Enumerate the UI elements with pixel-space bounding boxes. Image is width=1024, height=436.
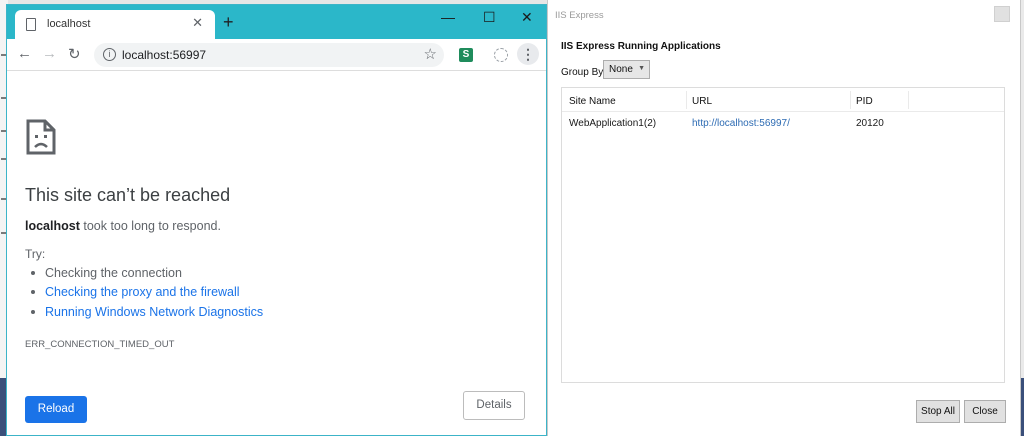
column-separator[interactable]: [850, 91, 851, 109]
window-title: IIS Express: [555, 10, 604, 21]
suggestion-link-proxy[interactable]: Checking the proxy and the firewall: [31, 285, 240, 299]
error-host: localhost: [25, 219, 80, 233]
bookmark-star-icon[interactable]: ☆: [424, 45, 437, 63]
minimize-button[interactable]: —: [441, 9, 455, 25]
suggestion-link-diagnostics[interactable]: Running Windows Network Diagnostics: [31, 305, 263, 319]
error-page: This site can’t be reached localhost too…: [7, 71, 546, 435]
close-icon[interactable]: [994, 6, 1010, 22]
browser-tab[interactable]: localhost ✕: [15, 10, 215, 39]
address-bar[interactable]: i localhost:56997 ☆: [94, 43, 444, 67]
bullet: [31, 310, 35, 314]
url-text[interactable]: localhost:56997: [122, 48, 206, 62]
group-by-value: None: [609, 64, 633, 75]
suggestion-text: Checking the connection: [45, 266, 182, 280]
list-header: Site Name URL PID: [562, 88, 1004, 112]
chrome-menu-button[interactable]: ⋮: [517, 43, 539, 65]
sad-page-icon: [26, 119, 56, 155]
extension-icon[interactable]: S: [459, 48, 473, 62]
suggestion-text[interactable]: Checking the proxy and the firewall: [45, 285, 240, 299]
column-separator[interactable]: [686, 91, 687, 109]
applications-list[interactable]: Site Name URL PID WebApplication1(2) htt…: [561, 87, 1005, 383]
error-title: This site can’t be reached: [25, 185, 231, 205]
close-button[interactable]: Close: [964, 400, 1006, 423]
chrome-window: localhost ✕ + — ☐ ✕ ← → ↻ i localhost:56…: [6, 4, 547, 436]
browser-toolbar: ← → ↻ i localhost:56997 ☆ S ⋮: [7, 39, 546, 71]
details-button[interactable]: Details: [463, 391, 525, 420]
column-separator[interactable]: [908, 91, 909, 109]
chrome-titlebar: localhost ✕ + — ☐ ✕: [7, 5, 546, 39]
chevron-down-icon: ▼: [638, 65, 645, 72]
back-arrow-icon[interactable]: ←: [17, 45, 32, 62]
row-pid: 20120: [856, 118, 884, 129]
new-tab-button[interactable]: +: [223, 12, 234, 33]
error-code: ERR_CONNECTION_TIMED_OUT: [25, 339, 175, 350]
error-message: took too long to respond.: [83, 219, 221, 233]
bullet: [31, 290, 35, 294]
info-icon[interactable]: i: [103, 48, 116, 61]
try-label: Try:: [25, 247, 46, 261]
reload-button[interactable]: Reload: [25, 396, 87, 423]
row-site-name: WebApplication1(2): [569, 118, 657, 129]
column-header-site-name[interactable]: Site Name: [569, 96, 616, 107]
extension-loading-icon[interactable]: [494, 48, 508, 62]
column-header-pid[interactable]: PID: [856, 96, 873, 107]
error-description: localhost took too long to respond.: [25, 219, 221, 233]
window-close-button[interactable]: ✕: [521, 9, 533, 26]
forward-arrow-icon[interactable]: →: [42, 45, 57, 62]
iis-express-window: IIS Express IIS Express Running Applicat…: [547, 0, 1021, 436]
reload-icon[interactable]: ↻: [68, 45, 81, 63]
column-header-url[interactable]: URL: [692, 96, 712, 107]
row-url-link[interactable]: http://localhost:56997/: [692, 118, 790, 129]
maximize-button[interactable]: ☐: [483, 9, 496, 26]
suggestion-item: Checking the connection: [31, 266, 182, 280]
tab-title: localhost: [47, 18, 91, 30]
iis-heading: IIS Express Running Applications: [561, 41, 721, 52]
page-file-icon: [26, 18, 36, 31]
close-icon[interactable]: ✕: [192, 15, 203, 31]
bullet: [31, 271, 35, 275]
suggestion-text[interactable]: Running Windows Network Diagnostics: [45, 305, 263, 319]
group-by-select[interactable]: None ▼: [603, 60, 650, 79]
group-by-label: Group By: [561, 67, 604, 78]
stop-all-button[interactable]: Stop All: [916, 400, 960, 423]
